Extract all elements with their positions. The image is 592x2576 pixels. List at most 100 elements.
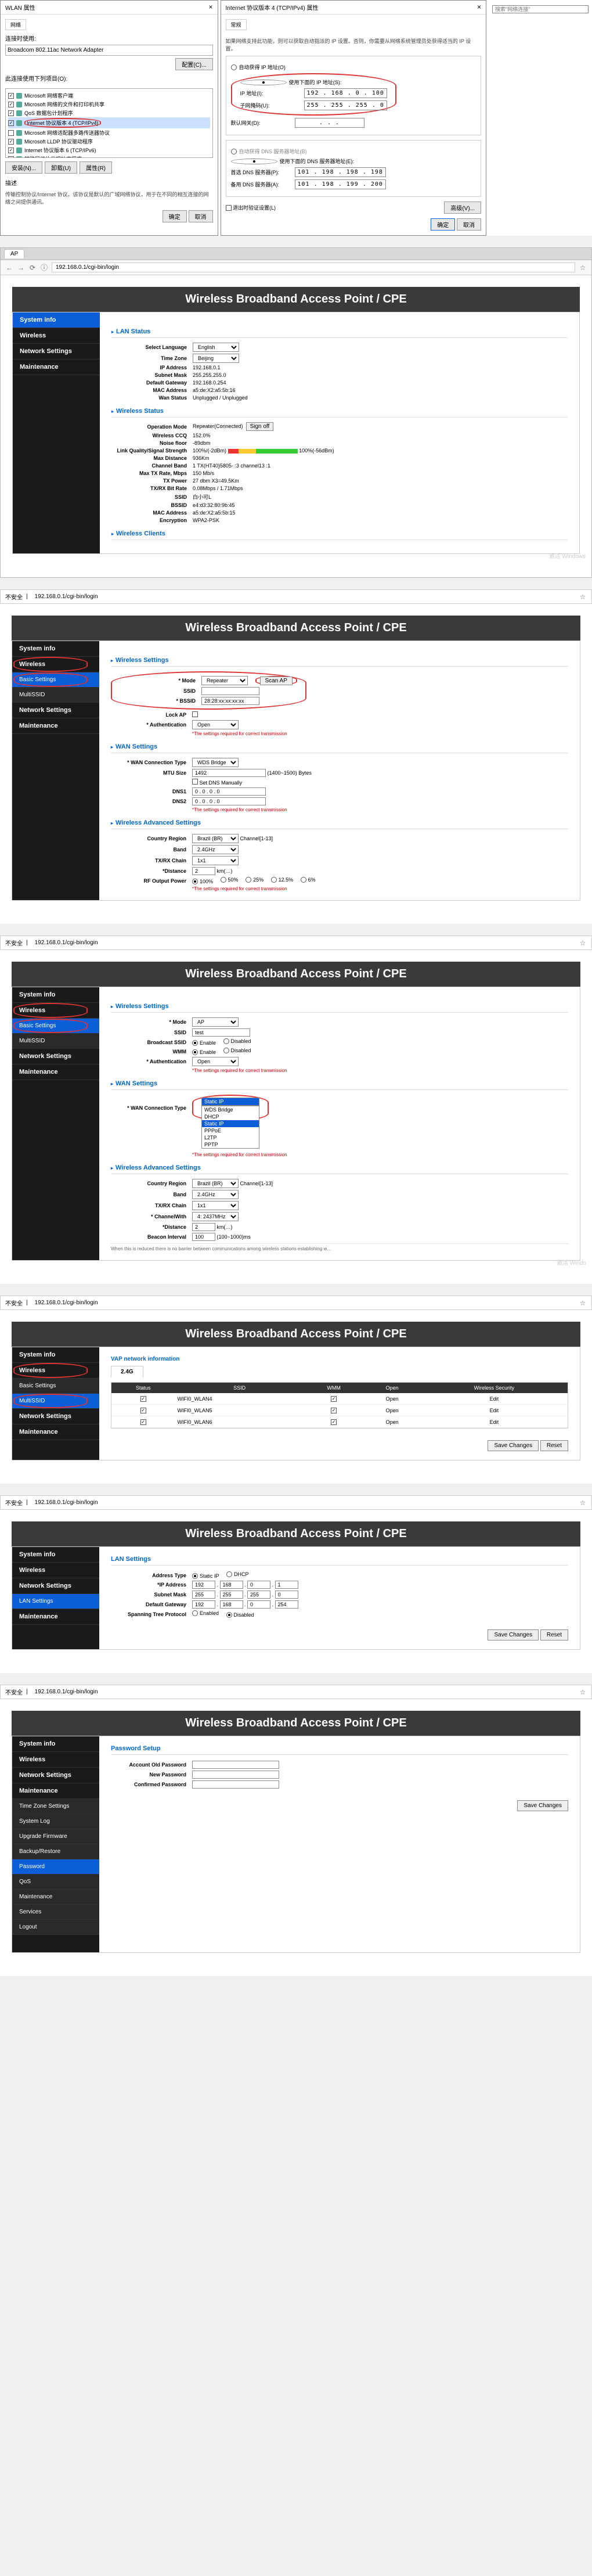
ip-octet-1[interactable] — [192, 1581, 215, 1589]
status-checkbox[interactable] — [140, 1396, 146, 1402]
sidebar-item-multissid[interactable]: MultiSSID — [12, 688, 99, 703]
star-icon[interactable]: ☆ — [579, 264, 587, 272]
sidebar-item-network-settings[interactable]: Network Settings — [12, 1049, 99, 1064]
sidebar-item-maintenance[interactable]: Maintenance — [12, 1783, 99, 1799]
sidebar-item-maint-sub[interactable]: Maintenance — [12, 1890, 99, 1905]
static-radio[interactable] — [192, 1573, 198, 1579]
sidebar-item-wireless[interactable]: Wireless — [12, 1003, 99, 1019]
sidebar-item-wireless[interactable]: Wireless — [12, 657, 99, 672]
gw-octet-1[interactable] — [192, 1600, 215, 1609]
star-icon[interactable]: ☆ — [579, 939, 587, 947]
url-text[interactable]: 192.168.0.1/cgi-bin/login — [31, 938, 575, 947]
reset-button[interactable]: Reset — [540, 1629, 568, 1640]
dhcp-radio[interactable] — [226, 1571, 232, 1577]
confirm-password-input[interactable] — [192, 1780, 279, 1789]
reset-button[interactable]: Reset — [540, 1440, 568, 1451]
dns2-input[interactable] — [192, 797, 266, 805]
distance-input[interactable] — [192, 1223, 215, 1231]
wmm-enable-radio[interactable] — [192, 1049, 198, 1055]
wmm-checkbox[interactable] — [331, 1408, 337, 1413]
txrx-chain-select[interactable]: 1x1 — [192, 1201, 239, 1210]
sidebar-item-lan-settings[interactable]: LAN Settings — [12, 1594, 99, 1609]
sidebar-item-qos[interactable]: QoS — [12, 1875, 99, 1890]
browser-tab[interactable]: AP — [4, 249, 24, 258]
gw-octet-2[interactable] — [220, 1600, 243, 1609]
sidebar-item-wireless[interactable]: Wireless — [12, 1752, 99, 1768]
rf-100-radio[interactable] — [192, 879, 198, 884]
vap-tab-24g[interactable]: 2.4G — [111, 1366, 143, 1377]
country-select[interactable]: Brazil (BR) — [192, 834, 239, 843]
cancel-button[interactable]: 取消 — [457, 218, 481, 231]
ssid-input[interactable] — [192, 1028, 250, 1037]
distance-input[interactable] — [192, 867, 215, 875]
mode-select[interactable]: Repeater — [201, 676, 248, 685]
sidebar-item-wireless[interactable]: Wireless — [12, 1563, 99, 1578]
cancel-button[interactable]: 取消 — [189, 210, 213, 222]
ip-octet-3[interactable] — [247, 1581, 270, 1589]
sidebar-item-services[interactable]: Services — [12, 1905, 99, 1920]
ok-button[interactable]: 确定 — [163, 210, 187, 222]
sidebar-item-basic-settings[interactable]: Basic Settings — [12, 672, 99, 688]
component-list[interactable]: Microsoft 网络客户端 Microsoft 网络的文件和打印机共享 Qo… — [5, 88, 213, 158]
txrx-chain-select[interactable]: 1x1 — [192, 856, 239, 865]
sidebar-item-maintenance[interactable]: Maintenance — [12, 718, 99, 734]
band-select[interactable]: 2.4GHz — [192, 845, 239, 854]
sidebar-item-maintenance[interactable]: Maintenance — [12, 1424, 99, 1440]
sidebar-item-wireless[interactable]: Wireless — [12, 1363, 99, 1379]
sidebar-item-system-info[interactable]: System info — [12, 641, 99, 657]
sidebar-item-network-settings[interactable]: Network Settings — [12, 1578, 99, 1594]
sidebar-item-network-settings[interactable]: Network Settings — [12, 1409, 99, 1424]
mask-octet-1[interactable] — [192, 1591, 215, 1599]
url-text[interactable]: 192.168.0.1/cgi-bin/login — [31, 1498, 575, 1507]
url-text[interactable]: 192.168.0.1/cgi-bin/login — [31, 1688, 575, 1696]
wmm-checkbox[interactable] — [331, 1419, 337, 1425]
language-select[interactable]: English — [193, 343, 239, 352]
mode-select[interactable]: AP — [192, 1017, 239, 1027]
sidebar-item-system-info[interactable]: System info — [12, 987, 99, 1003]
ip-octet-4[interactable] — [275, 1581, 298, 1589]
scan-ap-button[interactable]: Scan AP — [260, 677, 293, 685]
checkbox-icon[interactable] — [8, 130, 14, 136]
rf-6-radio[interactable] — [301, 877, 306, 883]
new-password-input[interactable] — [192, 1771, 279, 1779]
checkbox-icon[interactable] — [8, 110, 14, 116]
sidebar-item-backup[interactable]: Backup/Restore — [12, 1844, 99, 1859]
tab-general[interactable]: 常规 — [226, 19, 247, 30]
sidebar-item-multissid[interactable]: MultiSSID — [12, 1034, 99, 1049]
search-input[interactable] — [492, 5, 589, 13]
ok-button[interactable]: 确定 — [431, 218, 455, 231]
sidebar-item-timezone[interactable]: Time Zone Settings — [12, 1799, 99, 1814]
reload-icon[interactable]: ⟳ — [28, 264, 37, 272]
checkbox-icon[interactable] — [8, 139, 14, 145]
dns2-input[interactable]: 101 . 198 . 199 . 200 — [295, 179, 386, 189]
url-input[interactable]: 192.168.0.1/cgi-bin/login — [52, 262, 575, 272]
checkbox-icon[interactable] — [8, 102, 14, 107]
stp-enabled-radio[interactable] — [192, 1610, 198, 1616]
mask-octet-2[interactable] — [220, 1591, 243, 1599]
beacon-input[interactable] — [192, 1233, 215, 1241]
edit-link[interactable]: Edit — [490, 1419, 499, 1425]
auth-select[interactable]: Open — [192, 720, 239, 729]
ip-address-input[interactable]: 192 . 168 . 0 . 100 — [304, 88, 387, 98]
properties-button[interactable]: 属性(R) — [80, 161, 112, 174]
sidebar-item-maintenance[interactable]: Maintenance — [12, 1064, 99, 1080]
gw-octet-4[interactable] — [275, 1600, 298, 1609]
gw-octet-3[interactable] — [247, 1600, 270, 1609]
checkbox-icon[interactable] — [8, 156, 14, 159]
checkbox-icon[interactable] — [8, 147, 14, 153]
sidebar-item-system-info[interactable]: System info — [12, 1736, 99, 1752]
rf-12-radio[interactable] — [271, 877, 277, 883]
sidebar-item-basic-settings[interactable]: Basic Settings — [12, 1019, 99, 1034]
sidebar-item-maintenance[interactable]: Maintenance — [12, 1609, 99, 1625]
rf-50-radio[interactable] — [221, 877, 226, 883]
rf-25-radio[interactable] — [246, 877, 251, 883]
ip-octet-2[interactable] — [220, 1581, 243, 1589]
star-icon[interactable]: ☆ — [579, 1688, 587, 1696]
sidebar-item-wireless[interactable]: Wireless — [13, 328, 100, 344]
checkbox-icon[interactable] — [8, 93, 14, 99]
status-checkbox[interactable] — [140, 1419, 146, 1425]
ssid-input[interactable] — [201, 687, 259, 695]
sidebar-item-network-settings[interactable]: Network Settings — [12, 1768, 99, 1783]
back-icon[interactable]: ← — [5, 264, 13, 272]
set-dns-checkbox[interactable] — [192, 779, 198, 785]
